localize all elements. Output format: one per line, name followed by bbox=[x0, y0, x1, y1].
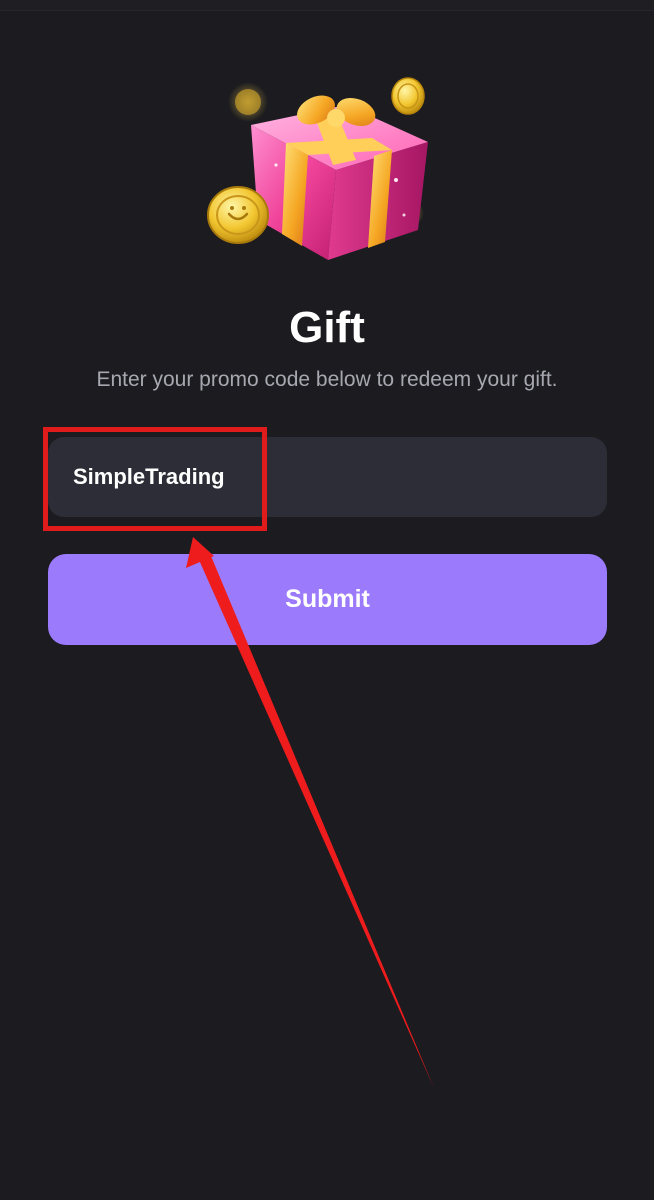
gift-box-icon bbox=[207, 77, 428, 260]
status-bar-strip bbox=[0, 0, 654, 11]
submit-button[interactable]: Submit bbox=[48, 554, 607, 645]
promo-code-input[interactable] bbox=[48, 437, 607, 517]
page-title: Gift bbox=[289, 303, 365, 352]
page-subtitle: Enter your promo code below to redeem yo… bbox=[96, 368, 558, 391]
